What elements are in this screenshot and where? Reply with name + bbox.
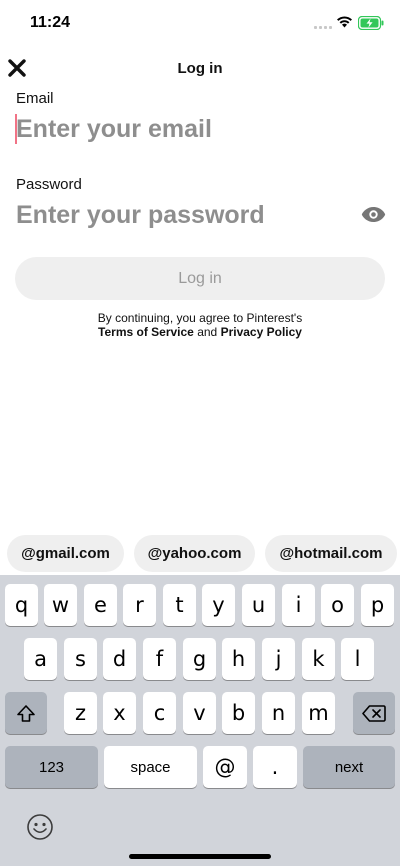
key-u[interactable]: u: [242, 584, 275, 626]
key-s[interactable]: s: [64, 638, 97, 680]
email-suggestion-gmail[interactable]: @gmail.com: [7, 535, 124, 572]
terms-text: By continuing, you agree to Pinterest's: [97, 311, 303, 325]
key-k[interactable]: k: [302, 638, 335, 680]
key-n[interactable]: n: [262, 692, 295, 734]
backspace-key[interactable]: [353, 692, 395, 734]
page-title: Log in: [177, 60, 223, 77]
show-password-button[interactable]: [360, 203, 386, 225]
key-x[interactable]: x: [103, 692, 136, 734]
privacy-policy-link[interactable]: Privacy Policy: [221, 325, 302, 339]
password-label: Password: [16, 176, 82, 193]
key-a[interactable]: a: [24, 638, 57, 680]
key-m[interactable]: m: [302, 692, 335, 734]
eye-icon: [361, 206, 385, 222]
status-bar: 11:24: [0, 0, 400, 46]
backspace-icon: [362, 704, 386, 722]
key-y[interactable]: y: [202, 584, 235, 626]
wifi-icon: [337, 16, 352, 28]
password-field[interactable]: [16, 198, 346, 232]
key-j[interactable]: j: [262, 638, 295, 680]
at-key[interactable]: @: [203, 746, 247, 788]
space-key[interactable]: space: [104, 746, 197, 788]
key-e[interactable]: e: [84, 584, 117, 626]
emoji-button[interactable]: [26, 813, 54, 841]
key-h[interactable]: h: [222, 638, 255, 680]
key-i[interactable]: i: [282, 584, 315, 626]
home-indicator: [129, 854, 271, 859]
key-v[interactable]: v: [183, 692, 216, 734]
key-q[interactable]: q: [5, 584, 38, 626]
shift-key[interactable]: [5, 692, 47, 734]
emoji-icon: [27, 814, 53, 840]
key-b[interactable]: b: [222, 692, 255, 734]
key-r[interactable]: r: [123, 584, 156, 626]
key-t[interactable]: t: [163, 584, 196, 626]
key-l[interactable]: l: [341, 638, 374, 680]
email-suggestion-hotmail[interactable]: @hotmail.com: [265, 535, 397, 572]
shift-icon: [17, 704, 35, 722]
key-p[interactable]: p: [361, 584, 394, 626]
key-c[interactable]: c: [143, 692, 176, 734]
key-o[interactable]: o: [321, 584, 354, 626]
period-key[interactable]: .: [253, 746, 297, 788]
next-key[interactable]: next: [303, 746, 395, 788]
key-g[interactable]: g: [183, 638, 216, 680]
key-w[interactable]: w: [44, 584, 77, 626]
keyboard: q w e r t y u i o p a s d f g h j k l z …: [0, 575, 400, 866]
email-label: Email: [16, 90, 54, 107]
status-time: 11:24: [30, 14, 71, 31]
key-d[interactable]: d: [103, 638, 136, 680]
terms-links-line: Terms of Service and Privacy Policy: [0, 325, 400, 340]
login-button[interactable]: Log in: [15, 257, 385, 300]
numbers-key[interactable]: 123: [5, 746, 98, 788]
email-suggestion-yahoo[interactable]: @yahoo.com: [134, 535, 255, 572]
email-field[interactable]: [16, 112, 356, 146]
terms-of-service-link[interactable]: Terms of Service: [98, 325, 194, 339]
terms-and-text: and: [197, 325, 218, 339]
battery-charging-icon: [358, 16, 384, 30]
key-z[interactable]: z: [64, 692, 97, 734]
header: Log in: [0, 46, 400, 90]
key-f[interactable]: f: [143, 638, 176, 680]
cellular-signal-icon: [314, 26, 332, 29]
